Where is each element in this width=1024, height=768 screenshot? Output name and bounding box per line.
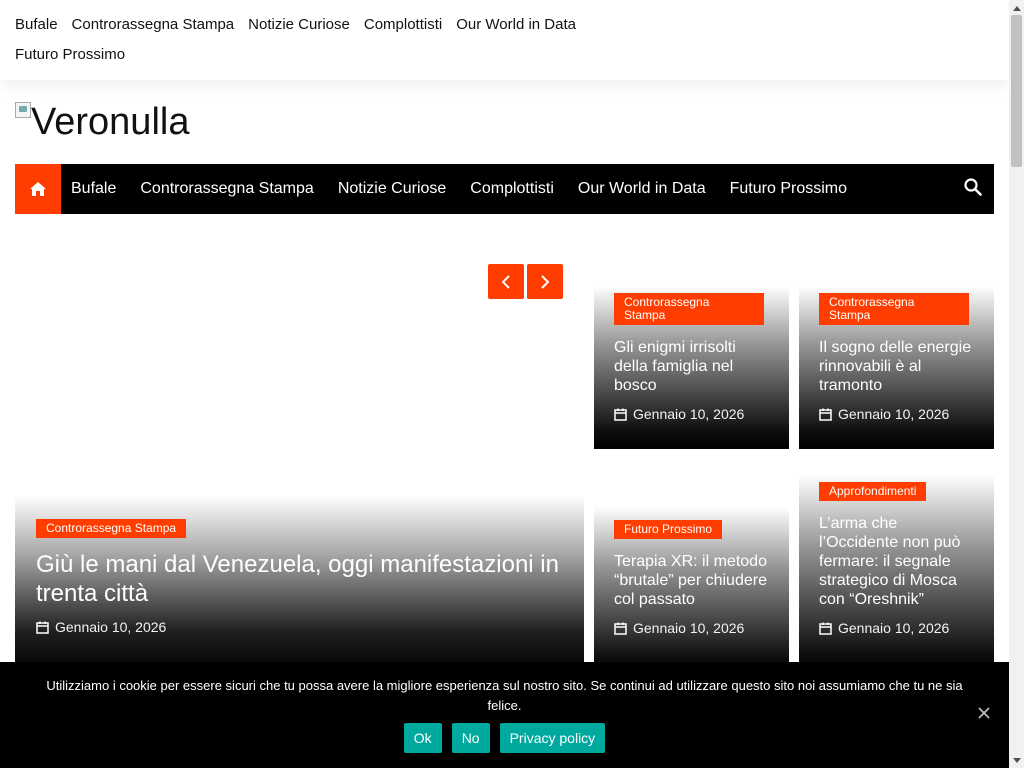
- search-icon: [964, 178, 982, 196]
- top-menu-item-our-world-in-data[interactable]: Our World in Data: [456, 10, 576, 40]
- category-badge[interactable]: Controrassegna Stampa: [819, 293, 969, 325]
- date-text: Gennaio 10, 2026: [633, 620, 745, 636]
- top-menu-item-bufale[interactable]: Bufale: [15, 10, 58, 40]
- nav-item-our-world-in-data[interactable]: Our World in Data: [578, 164, 706, 214]
- chevron-right-icon: [541, 274, 550, 289]
- main-navigation: Bufale Controrassegna Stampa Notizie Cur…: [15, 164, 994, 214]
- search-button[interactable]: [964, 178, 986, 200]
- article-date: Gennaio 10, 2026: [819, 406, 976, 422]
- calendar-icon: [614, 622, 627, 635]
- category-badge[interactable]: Controrassegna Stampa: [36, 519, 187, 538]
- article-date: Gennaio 10, 2026: [36, 619, 563, 635]
- cookie-close-button[interactable]: [977, 706, 991, 720]
- chevron-left-icon: [501, 274, 510, 289]
- category-badge[interactable]: Futuro Prossimo: [614, 520, 723, 539]
- slider-next-button[interactable]: [527, 264, 563, 299]
- cookie-notice-text: Utilizziamo i cookie per essere sicuri c…: [46, 678, 963, 713]
- vertical-scrollbar[interactable]: [1009, 0, 1024, 768]
- nav-item-notizie-curiose[interactable]: Notizie Curiose: [338, 164, 446, 214]
- date-text: Gennaio 10, 2026: [838, 406, 950, 422]
- article-title[interactable]: Terapia XR: il metodo “brutale” per chiu…: [614, 552, 771, 609]
- article-date: Gennaio 10, 2026: [819, 620, 976, 636]
- date-text: Gennaio 10, 2026: [633, 406, 745, 422]
- scroll-down-button[interactable]: [1009, 753, 1024, 768]
- article-card[interactable]: Controrassegna Stampa Gli enigmi irrisol…: [594, 276, 789, 449]
- nav-item-bufale[interactable]: Bufale: [71, 164, 116, 214]
- article-card[interactable]: Futuro Prossimo Terapia XR: il metodo “b…: [594, 496, 789, 676]
- nav-item-controrassegna-stampa[interactable]: Controrassegna Stampa: [140, 164, 313, 214]
- slider-prev-button[interactable]: [488, 264, 524, 299]
- logo-alt-text: Veronulla: [31, 101, 190, 143]
- site-logo[interactable]: Veronulla: [15, 100, 189, 144]
- nav-item-complottisti[interactable]: Complottisti: [470, 164, 554, 214]
- top-menu-item-controrassegna-stampa[interactable]: Controrassegna Stampa: [72, 10, 235, 40]
- article-title[interactable]: L’arma che l’Occidente non può fermare: …: [819, 514, 976, 609]
- calendar-icon: [36, 621, 49, 634]
- scroll-down-arrow-icon: [1012, 757, 1021, 763]
- article-card[interactable]: Controrassegna Stampa Il sogno delle ene…: [799, 276, 994, 449]
- scroll-up-button[interactable]: [1009, 0, 1024, 15]
- article-title[interactable]: Il sogno delle energie rinnovabili è al …: [819, 338, 976, 395]
- calendar-icon: [819, 622, 832, 635]
- article-card[interactable]: Approfondimenti L’arma che l’Occidente n…: [799, 462, 994, 676]
- cookie-ok-button[interactable]: Ok: [403, 723, 442, 753]
- calendar-icon: [614, 408, 627, 421]
- top-menu: Bufale Controrassegna Stampa Notizie Cur…: [0, 0, 1009, 80]
- featured-article[interactable]: Controrassegna Stampa Giù le mani dal Ve…: [15, 496, 584, 676]
- calendar-icon: [819, 408, 832, 421]
- broken-image-icon: [15, 102, 31, 118]
- top-menu-item-futuro-prossimo[interactable]: Futuro Prossimo: [15, 40, 125, 70]
- category-badge[interactable]: Approfondimenti: [819, 482, 927, 501]
- article-date: Gennaio 10, 2026: [614, 620, 771, 636]
- nav-item-futuro-prossimo[interactable]: Futuro Prossimo: [730, 164, 847, 214]
- top-menu-item-complottisti[interactable]: Complottisti: [364, 10, 442, 40]
- article-title[interactable]: Gli enigmi irrisolti della famiglia nel …: [614, 338, 771, 395]
- article-date: Gennaio 10, 2026: [614, 406, 771, 422]
- date-text: Gennaio 10, 2026: [838, 620, 950, 636]
- scroll-up-arrow-icon: [1012, 5, 1021, 11]
- scrollbar-thumb[interactable]: [1011, 15, 1022, 167]
- article-title[interactable]: Giù le mani dal Venezuela, oggi manifest…: [36, 550, 563, 608]
- category-badge[interactable]: Controrassegna Stampa: [614, 293, 764, 325]
- close-icon: [978, 707, 990, 719]
- cookie-no-button[interactable]: No: [451, 723, 490, 753]
- cookie-buttons: Ok No Privacy policy: [0, 723, 1009, 753]
- privacy-policy-button[interactable]: Privacy policy: [499, 723, 606, 753]
- date-text: Gennaio 10, 2026: [55, 619, 167, 635]
- top-menu-item-notizie-curiose[interactable]: Notizie Curiose: [248, 10, 350, 40]
- cookie-banner: Utilizziamo i cookie per essere sicuri c…: [0, 662, 1009, 768]
- home-icon: [30, 182, 46, 196]
- home-button[interactable]: [15, 164, 61, 214]
